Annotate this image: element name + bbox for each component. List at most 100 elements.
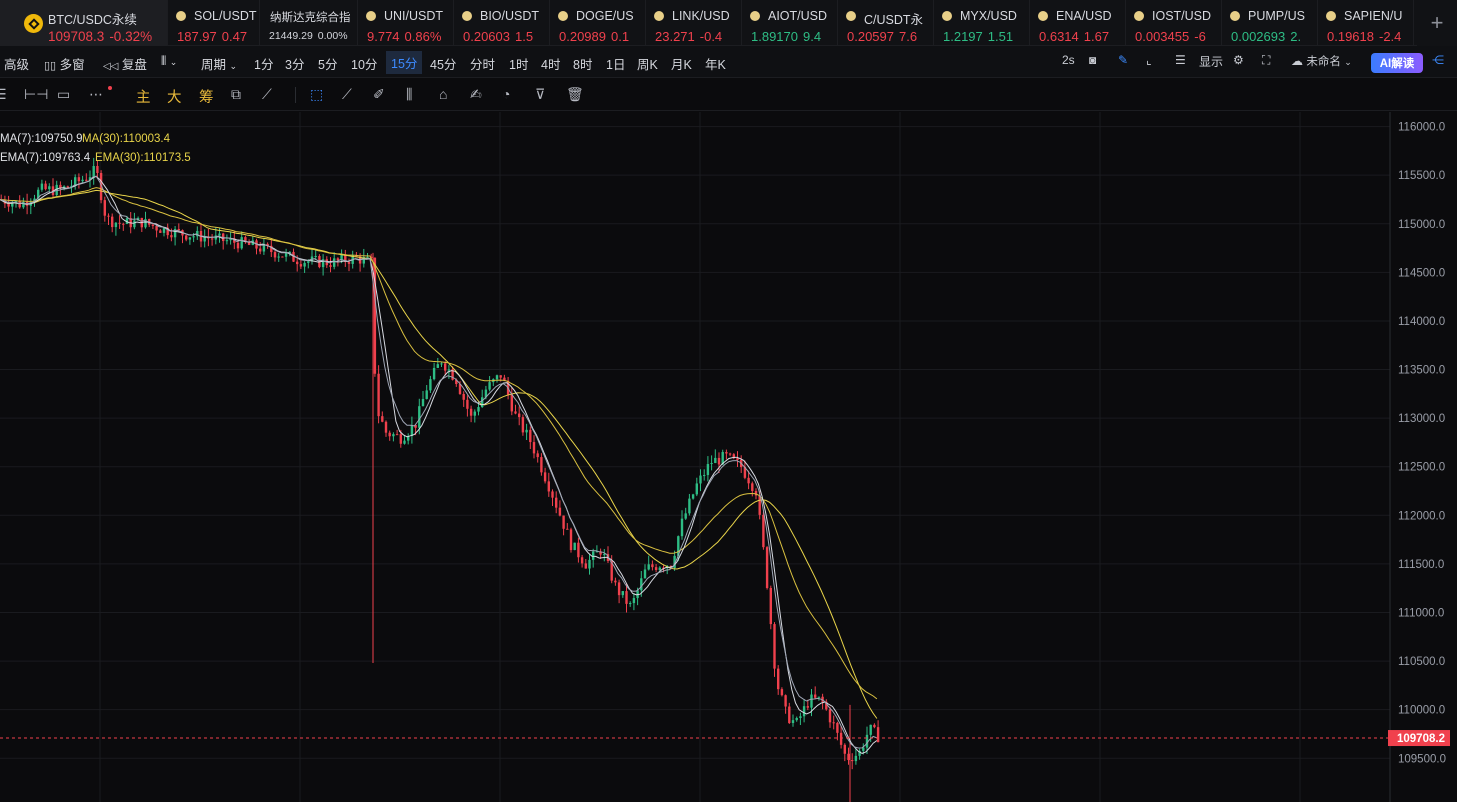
ticker-tab[interactable]: BTC/USDC永续 109708.3 -0.32% [0,0,168,46]
interval-8[interactable]: 4时 [541,54,560,73]
trash-icon[interactable]: 🗑 [566,86,584,103]
share-icon[interactable]: ⋲ [1432,53,1444,67]
interval-4[interactable]: 15分 [386,51,423,74]
candle-body [510,394,513,412]
advanced-button[interactable]: 高级 [4,54,29,73]
brush-icon[interactable]: ✐ [373,86,385,103]
main-indicator-button[interactable]: 主 [136,86,151,107]
ticker-tab[interactable]: SOL/USDT 187.97 0.47 [168,0,260,46]
candle-body [555,497,558,508]
candle-body [188,237,192,240]
chart-type-button[interactable]: ⫴ ⌄ [161,54,177,69]
ticker-tab[interactable]: DOGE/US 0.20989 0.1 [550,0,646,46]
trend-line-icon[interactable]: ⟋ [342,86,352,103]
interval-11[interactable]: 周K [637,54,658,73]
edit-icon[interactable]: ⧉ [231,86,241,103]
big-order-button[interactable]: 大 [167,86,182,107]
ticker-price: 23.271 [655,29,695,44]
candle-body [314,255,317,257]
rectangle-icon[interactable]: ▭ [57,86,70,103]
ticker-name: BIO/USDT [480,9,540,23]
ai-analysis-button[interactable]: AI解读 [1371,53,1423,73]
candle-body [399,434,402,444]
interval-9[interactable]: 8时 [573,54,592,73]
ticker-tab[interactable]: MYX/USD 1.2197 1.51 [934,0,1030,46]
candle-body [495,375,499,380]
pattern-icon[interactable]: ⫼ [406,86,412,103]
interval-1[interactable]: 3分 [285,54,304,73]
candle-body [432,367,436,380]
candle-body [562,515,565,529]
candle-body [307,261,310,263]
interval-13[interactable]: 年K [705,54,726,73]
interval-2[interactable]: 5分 [318,54,337,73]
coin-icon [176,11,186,21]
ticker-change: 1.5 [515,29,534,44]
ticker-tab[interactable]: IOST/USD 0.003455 -6 [1126,0,1222,46]
period-button[interactable]: 周期 ⌄ [201,54,237,73]
layout-name-button[interactable]: ☁ 未命名 ⌄ [1291,53,1352,69]
ticker-price-row: 0.002693 2. [1231,29,1301,44]
ticker-tab[interactable]: UNI/USDT 9.774 0.86% [358,0,454,46]
ticker-tab[interactable]: 纳斯达克综合指 21449.29 0.00% [260,0,358,46]
ticker-name: SAPIEN/U [1344,9,1403,23]
price-tick-label: 115500.0 [1398,170,1445,182]
ticker-tab[interactable]: PUMP/US 0.002693 2. [1222,0,1318,46]
crop-icon[interactable]: ⌞ [1146,53,1152,67]
candle-body [828,709,832,723]
ticker-tab[interactable]: ENA/USD 0.6314 1.67 [1030,0,1126,46]
candle-body [536,453,539,458]
gear-icon[interactable]: ⚙ [1233,53,1244,67]
ticker-tab[interactable]: BIO/USDT 0.20603 1.5 [454,0,550,46]
candle-body [580,557,584,564]
refresh-rate[interactable]: 2s [1062,53,1075,67]
display-button[interactable]: 显示 [1199,53,1223,70]
ticker-name: ENA/USD [1056,9,1112,23]
pen-icon[interactable]: ✎ [1118,53,1128,67]
candle-body [259,248,262,252]
fullscreen-icon[interactable]: ⛶ [1262,53,1270,68]
menu-icon[interactable]: ☰ [0,86,7,103]
more-icon[interactable]: ⋯ [89,86,103,103]
candlestick-chart-svg[interactable]: 116000.0 115500.0 115000.0 114500.0 114000.0… [0,112,1457,802]
horizontal-line-icon[interactable]: ⊢⊣ [24,86,48,103]
note-icon[interactable]: ✍ [470,86,482,103]
candle-body [551,491,554,498]
interval-6[interactable]: 分时 [470,54,495,73]
interval-5[interactable]: 45分 [430,54,456,73]
lock-icon[interactable]: ⌂ [439,86,447,102]
replay-button[interactable]: ◁◁ 复盘 [103,54,147,73]
ticker-change: 0.47 [221,29,248,44]
interval-0[interactable]: 1分 [254,54,273,73]
list-icon[interactable]: ☰ [1175,53,1186,67]
interval-7[interactable]: 1时 [509,54,528,73]
chip-distribution-button[interactable]: 筹 [199,86,214,107]
price-chart[interactable]: 116000.0 115500.0 115000.0 114500.0 114000.0… [0,112,1457,802]
candle-body [873,724,876,728]
magnet-icon[interactable]: ◔ [502,86,510,102]
interval-3[interactable]: 10分 [351,54,377,73]
ticker-price: 0.20597 [847,29,894,44]
ticker-change: 2. [1290,29,1302,44]
ticker-tab[interactable]: LINK/USD 23.271 -0.4 [646,0,742,46]
interval-10[interactable]: 1日 [606,54,625,73]
ticker-tab[interactable]: AIOT/USD 1.89170 9.4 [742,0,838,46]
ticker-price: 0.19618 [1327,29,1374,44]
camera-icon[interactable]: ◙ [1089,53,1096,67]
candle-body [192,236,195,238]
candle-body [569,529,573,551]
ticker-price-row: 1.89170 9.4 [751,29,821,44]
filter-icon[interactable]: ⊽ [535,86,545,103]
candle-body [532,442,536,454]
ticker-tab[interactable]: SAPIEN/U 0.19618 -2.4 [1318,0,1414,46]
candle-body [66,186,69,188]
candle-body [155,225,158,231]
candle-body [706,464,710,476]
interval-12[interactable]: 月K [671,54,692,73]
ticker-tab[interactable]: C/USDT永 0.20597 7.6 [838,0,934,46]
multi-window-button[interactable]: ▯▯ 多窗 [44,54,85,73]
candle-body [525,429,528,433]
cursor-icon[interactable]: ⬚ [310,86,323,103]
add-tab-button[interactable]: + [1417,0,1457,46]
ruler-icon[interactable]: ⟋ [262,86,272,103]
